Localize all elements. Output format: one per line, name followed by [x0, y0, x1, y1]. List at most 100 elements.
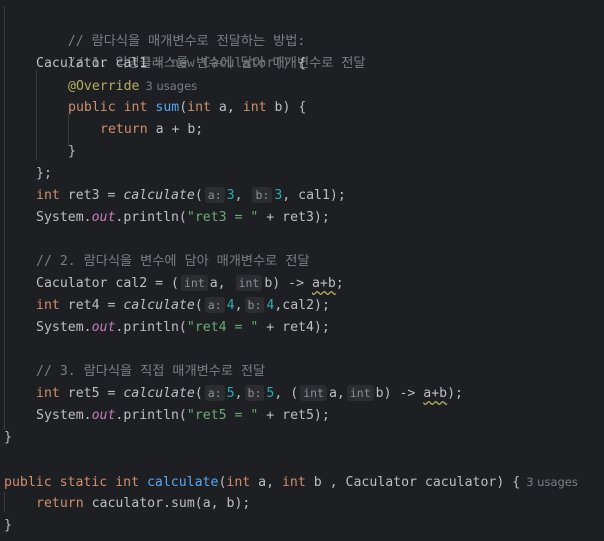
- parameter-hint: b:: [244, 297, 265, 313]
- keyword: int: [123, 100, 148, 115]
- code-line: int ret3 = calculate(a: 3, b: 3, cal1);: [36, 185, 346, 207]
- code-line: };: [36, 163, 52, 185]
- code-text: System.: [36, 320, 92, 335]
- method-call: calculate: [123, 188, 195, 203]
- code-line: }: [4, 515, 12, 537]
- keyword: int: [242, 100, 267, 115]
- code-line: Caculator cal1 = new Caculator() {: [36, 53, 306, 75]
- parameter-hint: a:: [204, 187, 225, 203]
- code-text: .println(: [115, 210, 187, 225]
- annotation: @Override: [68, 79, 140, 94]
- usages-hint[interactable]: 3 usages: [145, 79, 197, 93]
- code-editor[interactable]: // 람다식을 매개변수로 전달하는 방법: // 1. 익명클래스를 변수에 …: [0, 0, 604, 541]
- code-text: (: [194, 386, 203, 401]
- code-text: + ret3);: [258, 210, 330, 225]
- parameter-hint: int: [346, 385, 374, 401]
- code-text: b , Caculator caculator) {: [305, 475, 521, 490]
- lambda-expression: a+b: [311, 276, 336, 291]
- string-literal: "ret4 = ": [186, 320, 259, 335]
- code-line: System.out.println("ret5 = " + ret5);: [36, 405, 330, 427]
- code-text: );: [447, 386, 463, 401]
- code-line: int ret5 = calculate(a: 5, b: 5, (int a, int b…: [36, 383, 463, 405]
- code-text: ret3 =: [59, 188, 124, 203]
- code-line: System.out.println("ret3 = " + ret3);: [36, 207, 330, 229]
- method-name: calculate: [146, 475, 219, 490]
- keyword: int: [226, 475, 251, 490]
- indent-guide: [4, 492, 5, 512]
- lambda-expression: a+b: [423, 386, 448, 401]
- code-text: a,: [209, 276, 234, 291]
- code-text: (: [179, 100, 188, 115]
- code-text: + ret4);: [258, 320, 330, 335]
- keyword: int: [36, 188, 60, 203]
- code-line: }: [68, 141, 76, 163]
- variable-name: cal1: [115, 56, 148, 71]
- keyword: int: [187, 100, 211, 115]
- code-line: // 1. 익명클래스를 변수에 담아 매개변수로 전달: [36, 31, 366, 71]
- field: out: [91, 210, 116, 225]
- keyword: return: [100, 122, 148, 137]
- code-line: public int sum(int a, int b) {: [68, 97, 306, 119]
- keyword: int: [36, 386, 60, 401]
- number: 5: [226, 386, 235, 401]
- code-text: System.: [36, 408, 92, 423]
- code-text: , cal1);: [282, 188, 346, 203]
- parameter-hint: b:: [252, 187, 273, 203]
- brace: }: [68, 144, 76, 159]
- comment: // 3. 람다식을 직접 매개변수로 전달: [36, 364, 266, 379]
- keyword: return: [36, 496, 84, 511]
- keyword: static: [59, 475, 108, 490]
- indent-guide: [4, 6, 5, 430]
- type-name: Caculator: [36, 56, 108, 71]
- code-text: b) ->: [375, 386, 424, 401]
- code-line: return a + b;: [100, 119, 203, 141]
- code-text: caculator.sum(a, b);: [83, 496, 251, 511]
- string-literal: "ret5 = ": [186, 408, 259, 423]
- brace: }: [4, 430, 12, 445]
- code-text: ,: [234, 188, 251, 203]
- code-text: Caculator(): [194, 56, 299, 71]
- parameter-hint: int: [300, 385, 327, 401]
- parameter-hint: int: [180, 275, 208, 291]
- method-call: calculate: [123, 386, 195, 401]
- parameter-hint: a:: [204, 297, 225, 313]
- string-literal: "ret3 = ": [186, 210, 259, 225]
- code-text: a,: [210, 100, 243, 115]
- method-call: calculate: [123, 298, 195, 313]
- parameter-hint: int: [235, 275, 263, 291]
- type-name: Caculator: [36, 276, 108, 291]
- code-text: b) {: [266, 100, 307, 115]
- parameter-hint: a:: [204, 385, 225, 401]
- code-text: .println(: [115, 408, 187, 423]
- code-text: cal2 = (: [107, 276, 179, 291]
- brace: }: [4, 518, 12, 533]
- usages-hint[interactable]: 3 usages: [526, 475, 578, 489]
- parameter-hint: b:: [244, 385, 265, 401]
- code-text: a,: [328, 386, 345, 401]
- keyword: new: [171, 56, 195, 71]
- code-text: a + b;: [147, 122, 204, 137]
- code-text: ;: [335, 276, 344, 291]
- code-line: // 람다식을 매개변수로 전달하는 방법:: [36, 9, 306, 49]
- keyword: int: [115, 475, 140, 490]
- code-text: ret5 =: [59, 386, 124, 401]
- brace: {: [298, 56, 307, 71]
- code-text: .println(: [115, 320, 187, 335]
- code-text: ,: [234, 386, 243, 401]
- code-text: System.: [36, 210, 92, 225]
- field: out: [91, 408, 116, 423]
- code-line: @Override 3 usages: [68, 75, 197, 97]
- code-line: System.out.println("ret4 = " + ret4);: [36, 317, 330, 339]
- code-text: ,cal2);: [274, 298, 330, 313]
- comment: // 2. 람다식을 변수에 담아 매개변수로 전달: [36, 254, 310, 269]
- number: 4: [226, 298, 235, 313]
- code-line: // 3. 람다식을 직접 매개변수로 전달: [36, 361, 265, 383]
- method-name: sum: [155, 100, 180, 115]
- code-text: a,: [250, 475, 282, 490]
- code-line: return caculator.sum(a, b);: [36, 493, 250, 515]
- field: out: [91, 320, 116, 335]
- code-line: }: [4, 427, 12, 449]
- brace: };: [36, 166, 52, 181]
- code-text: (: [194, 188, 203, 203]
- code-text: ,: [234, 298, 243, 313]
